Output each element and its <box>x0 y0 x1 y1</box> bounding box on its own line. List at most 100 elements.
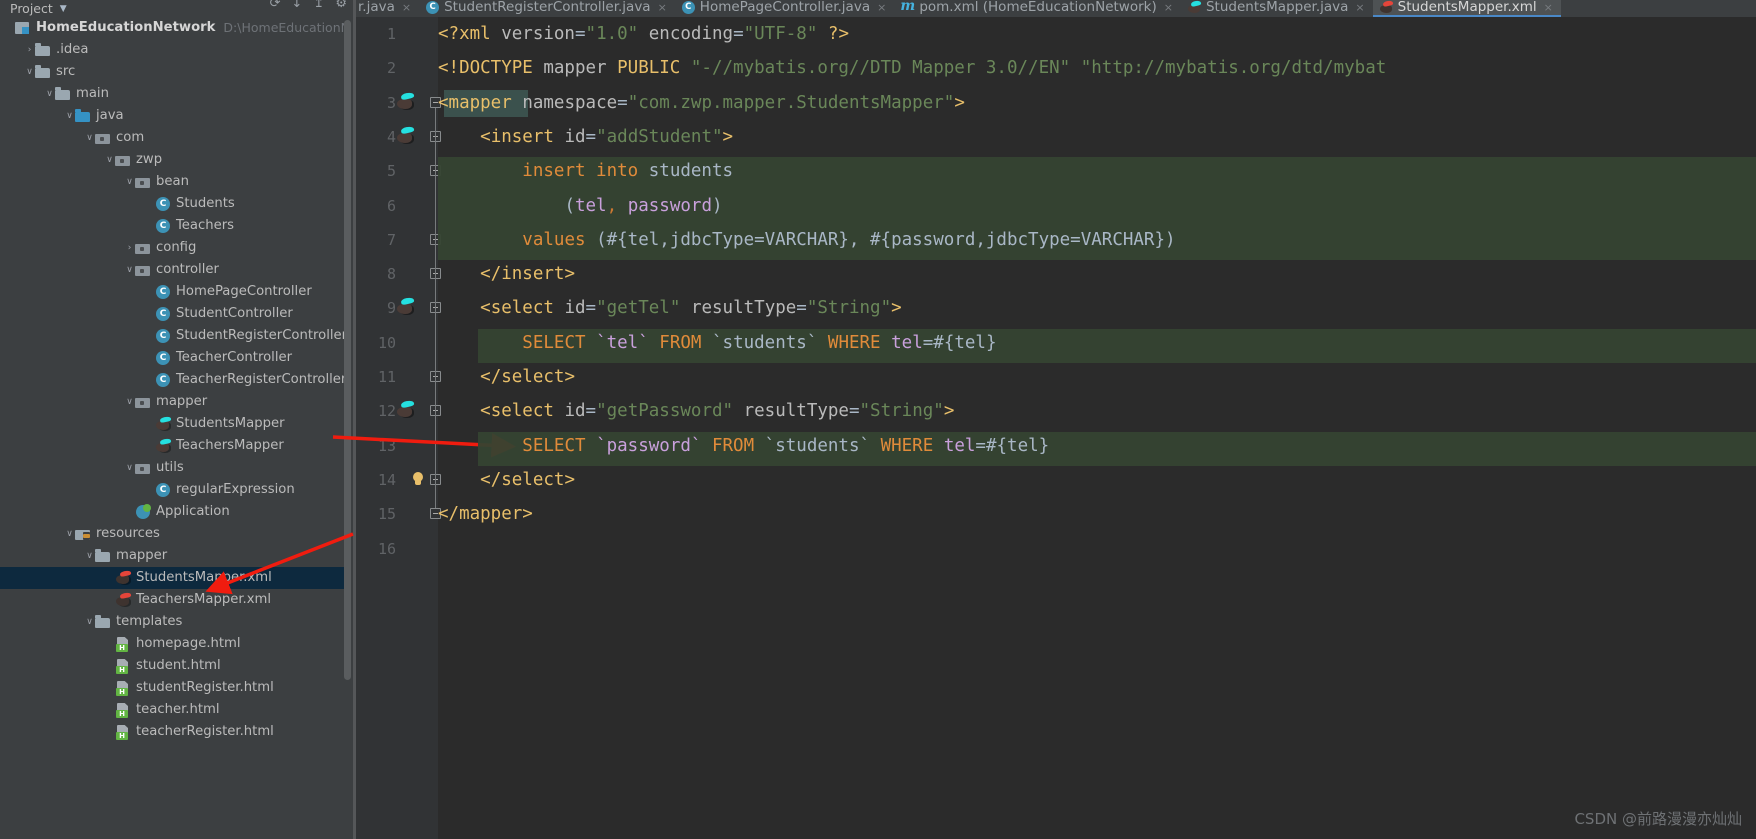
expand-all-icon[interactable]: ↥ <box>313 0 324 11</box>
code-line[interactable]: (tel, password) <box>438 189 1756 223</box>
editor-tab[interactable]: r.java × <box>356 0 419 17</box>
tree-item[interactable]: homepage.html <box>0 633 345 655</box>
tree-item[interactable]: ∨ src <box>0 61 345 83</box>
chevron-down-icon[interactable]: ∨ <box>104 149 115 171</box>
tree-item[interactable]: › .idea <box>0 39 345 61</box>
mybatis-statement-icon[interactable] <box>396 298 414 315</box>
tree-item[interactable]: Students <box>0 193 345 215</box>
code-line[interactable]: </insert> <box>438 257 1756 291</box>
tree-item-label: controller <box>156 262 219 277</box>
code-line[interactable]: <select id="getTel" resultType="String"> <box>438 291 1756 325</box>
package-icon <box>135 394 151 410</box>
mybatis-statement-icon[interactable] <box>396 127 414 144</box>
chevron-down-icon[interactable]: ∨ <box>124 457 135 479</box>
tree-item[interactable]: StudentRegisterController <box>0 325 345 347</box>
code-line[interactable]: </select> <box>438 360 1756 394</box>
chevron-down-icon[interactable]: ∨ <box>124 171 135 193</box>
close-icon[interactable]: × <box>1355 1 1364 14</box>
tree-item[interactable]: ∨ java <box>0 105 345 127</box>
code-line[interactable]: <insert id="addStudent"> <box>438 120 1756 154</box>
tree-item[interactable]: Application <box>0 501 345 523</box>
tree-item[interactable]: TeachersMapper <box>0 435 345 457</box>
chevron-down-icon[interactable]: ∨ <box>124 259 135 281</box>
tree-item[interactable]: ∨ resources <box>0 523 345 545</box>
editor-tab[interactable]: HomePageController.java × <box>675 0 895 17</box>
tree-item[interactable]: TeacherRegisterController <box>0 369 345 391</box>
collapse-all-icon[interactable]: ↧ <box>292 0 303 11</box>
chevron-down-icon[interactable]: ∨ <box>84 611 95 633</box>
chevron-right-icon[interactable]: › <box>24 39 35 61</box>
chevron-down-icon[interactable]: ∨ <box>84 127 95 149</box>
chevron-down-icon[interactable]: ∨ <box>64 105 75 127</box>
tree-item[interactable]: ∨ com <box>0 127 345 149</box>
editor-code-area[interactable]: <?xml version="1.0" encoding="UTF-8" ?> <… <box>438 17 1756 839</box>
tree-item[interactable]: ∨ zwp <box>0 149 345 171</box>
chevron-down-icon[interactable]: ∨ <box>44 83 55 105</box>
intention-bulb-icon[interactable] <box>411 471 425 488</box>
tree-item[interactable]: ∨ main <box>0 83 345 105</box>
code-line[interactable]: <select id="getPassword" resultType="Str… <box>438 394 1756 428</box>
tree-item[interactable]: regularExpression <box>0 479 345 501</box>
mybatis-statement-icon[interactable] <box>396 401 414 418</box>
chevron-down-icon[interactable]: ∨ <box>84 545 95 567</box>
code-line[interactable]: </mapper> <box>438 497 1756 531</box>
editor-tab[interactable]: StudentRegisterController.java × <box>419 0 675 17</box>
project-tree[interactable]: HomeEducationNetwork D:\HomeEducationNetw… <box>0 17 345 839</box>
tree-item[interactable]: TeacherController <box>0 347 345 369</box>
tree-item[interactable]: Teachers <box>0 215 345 237</box>
close-icon[interactable]: × <box>877 1 886 14</box>
line-number: 6 <box>386 196 396 215</box>
tree-item[interactable]: teacher.html <box>0 699 345 721</box>
gear-icon[interactable]: ⚙ <box>335 0 347 11</box>
editor-tab[interactable]: pom.xml (HomeEducationNetwork) × <box>894 0 1181 17</box>
chevron-down-icon[interactable]: ▼ <box>60 4 67 14</box>
close-icon[interactable]: × <box>402 1 411 14</box>
tree-item[interactable]: teacherRegister.html <box>0 721 345 743</box>
editor-tab[interactable]: StudentsMapper.java × <box>1181 0 1373 17</box>
project-tree-scrollbar[interactable] <box>344 20 351 680</box>
tree-item[interactable]: ∨ mapper <box>0 391 345 413</box>
code-line[interactable]: <!DOCTYPE mapper PUBLIC "-//mybatis.org/… <box>438 51 1756 85</box>
code-line[interactable]: <?xml version="1.0" encoding="UTF-8" ?> <box>438 17 1756 51</box>
editor-tab-bar[interactable]: r.java×StudentRegisterController.java×Ho… <box>356 0 1756 17</box>
code-line[interactable] <box>438 532 1756 566</box>
tree-item[interactable]: ∨ bean <box>0 171 345 193</box>
code-line[interactable]: SELECT `tel` FROM `students` WHERE tel=#… <box>438 326 1756 360</box>
tree-item[interactable]: StudentController <box>0 303 345 325</box>
tree-item[interactable]: HomeEducationNetwork D:\HomeEducationNetw <box>0 17 345 39</box>
tree-item[interactable]: HomePageController <box>0 281 345 303</box>
sync-icon[interactable]: ⟳ <box>270 0 281 11</box>
editor-tab[interactable]: StudentsMapper.xml × <box>1372 0 1562 17</box>
tree-item[interactable]: TeachersMapper.xml <box>0 589 345 611</box>
tree-item-label: student.html <box>136 658 221 673</box>
chevron-down-icon[interactable]: ∨ <box>64 523 75 545</box>
chevron-down-icon[interactable]: ∨ <box>24 61 35 83</box>
tree-item[interactable]: ∨ utils <box>0 457 345 479</box>
tree-item-selected[interactable]: StudentsMapper.xml <box>0 567 345 589</box>
code-line[interactable]: </select> <box>438 463 1756 497</box>
project-panel-title[interactable]: Project <box>10 1 53 16</box>
chevron-right-icon[interactable]: › <box>124 237 135 259</box>
close-icon[interactable]: × <box>1164 1 1173 14</box>
code-line[interactable]: insert into students <box>438 154 1756 188</box>
gutter-line: 9 <box>356 291 438 325</box>
code-line[interactable]: values (#{tel,jdbcType=VARCHAR}, #{passw… <box>438 223 1756 257</box>
tree-item[interactable]: student.html <box>0 655 345 677</box>
editor-gutter[interactable]: 1 2 3 4 5 6 7 8 9 10 11 12 13 14 15 16 <box>356 17 438 839</box>
mybatis-statement-icon[interactable] <box>396 93 414 110</box>
tree-item[interactable]: studentRegister.html <box>0 677 345 699</box>
close-icon[interactable]: × <box>658 1 667 14</box>
code-line[interactable]: SELECT `password` FROM `students` WHERE … <box>438 429 1756 463</box>
tree-item[interactable]: ∨ templates <box>0 611 345 633</box>
chevron-down-icon[interactable]: ∨ <box>124 391 135 413</box>
package-icon <box>135 174 151 190</box>
tree-item[interactable]: StudentsMapper <box>0 413 345 435</box>
code-line[interactable]: <mapper namespace="com.zwp.mapper.Studen… <box>438 86 1756 120</box>
tree-item[interactable]: › config <box>0 237 345 259</box>
tree-item[interactable]: ∨ controller <box>0 259 345 281</box>
tree-item[interactable]: ∨ mapper <box>0 545 345 567</box>
close-icon[interactable]: × <box>1544 1 1553 14</box>
tool-window-actions: ⟳ ↧ ↥ ⚙ <box>270 0 347 11</box>
java-class-icon <box>155 306 171 322</box>
code-editor[interactable]: 1 2 3 4 5 6 7 8 9 10 11 12 13 14 15 16 <?xml version="1… <box>356 17 1756 839</box>
